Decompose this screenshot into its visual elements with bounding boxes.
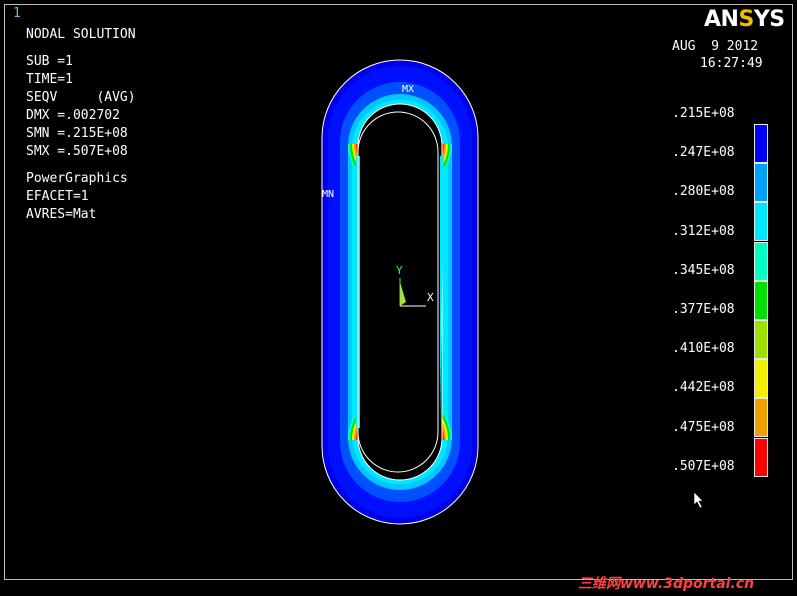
info-time: TIME=1	[26, 72, 73, 87]
min-marker: MN	[322, 189, 334, 200]
logo-text-end: YS	[753, 7, 785, 32]
legend-swatch-4	[754, 280, 768, 320]
axis-x-label: X	[427, 291, 434, 304]
stress-contour-plot[interactable]: MX MN Y X	[300, 50, 500, 550]
legend-swatch-0	[754, 124, 768, 163]
plot-date: AUG 9 2012	[672, 39, 759, 54]
info-graphics: PowerGraphics	[26, 171, 128, 186]
logo-text-main: AN	[704, 7, 739, 32]
legend-swatch-6	[754, 359, 768, 399]
mouse-pointer-icon	[693, 491, 704, 509]
logo-text-accent: S	[738, 7, 754, 32]
legend-label-8: .475E+08	[672, 419, 735, 435]
legend-label-2: .280E+08	[672, 184, 735, 200]
legend-label-5: .377E+08	[672, 302, 735, 317]
axis-y-label: Y	[396, 264, 403, 277]
legend-label-7: .442E+08	[672, 380, 735, 396]
info-dmx: DMX =.002702	[26, 108, 120, 123]
ansys-logo: ANSYS	[704, 7, 785, 32]
info-sub: SUB =1	[26, 54, 73, 69]
legend-label-4: .345E+08	[672, 262, 735, 278]
solution-info: NODAL SOLUTION SUB =1 TIME=1 SEQV (AVG) …	[26, 26, 136, 224]
info-smx: SMX =.507E+08	[26, 144, 128, 159]
info-smn: SMN =.215E+08	[26, 126, 128, 141]
info-avres: AVRES=Mat	[26, 207, 97, 222]
solution-title: NODAL SOLUTION	[26, 27, 136, 42]
legend-label-1: .247E+08	[672, 145, 735, 161]
legend-swatch-2	[754, 202, 768, 242]
max-marker: MX	[402, 84, 414, 95]
legend-swatch-5	[754, 320, 768, 359]
contour-legend: .215E+08 .247E+08 .280E+08 .312E+08 .345E+08…	[672, 106, 782, 486]
info-seqv: SEQV (AVG)	[26, 90, 136, 105]
legend-swatch-3	[754, 241, 768, 281]
legend-label-3: .312E+08	[672, 223, 735, 239]
legend-swatch-8	[754, 437, 768, 477]
legend-label-0: .215E+08	[672, 106, 735, 121]
plot-time: 16:27:49	[700, 56, 763, 71]
legend-swatch-7	[754, 398, 768, 438]
legend-swatch-1	[754, 163, 768, 203]
info-efacet: EFACET=1	[26, 189, 89, 204]
legend-label-6: .410E+08	[672, 341, 735, 357]
watermark: 三维网www.3dportal.cn	[578, 576, 755, 592]
graphics-viewport[interactable]: 1 ANSYS AUG 9 2012 16:27:49 NODAL SOLUTI…	[0, 0, 797, 596]
legend-label-9: .507E+08	[672, 458, 735, 474]
window-number: 1	[13, 6, 21, 21]
